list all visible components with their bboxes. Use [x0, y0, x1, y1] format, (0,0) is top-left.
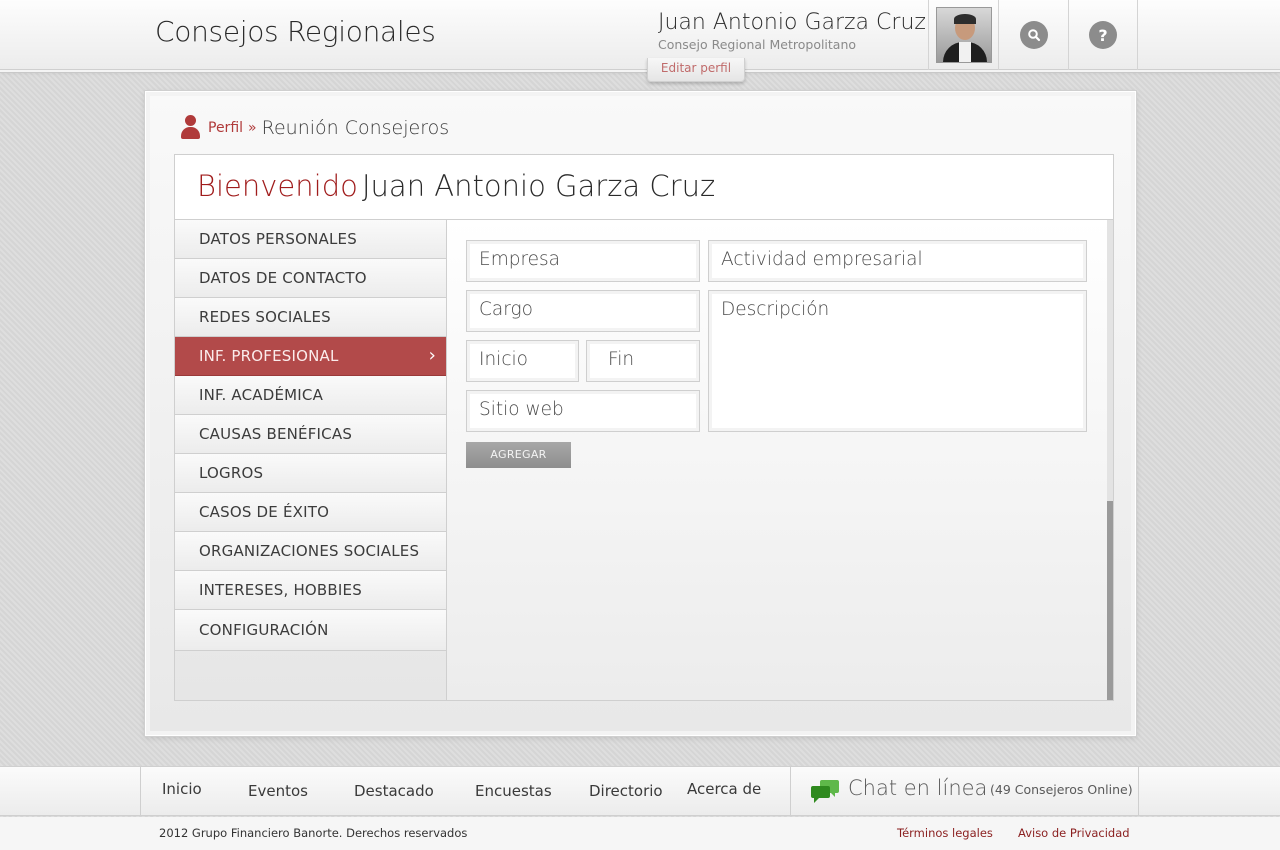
menu-item-configuracion[interactable]: CONFIGURACIÓN	[175, 610, 446, 651]
welcome-bar: Bienvenido Juan Antonio Garza Cruz	[175, 155, 1113, 220]
actividad-empresarial-field[interactable]: Actividad empresarial	[708, 240, 1087, 282]
search-button[interactable]	[998, 0, 1068, 70]
app-title[interactable]: Consejos Regionales	[155, 15, 436, 48]
help-button[interactable]: ?	[1068, 0, 1138, 70]
footer-link-encuestas[interactable]: Encuestas	[475, 782, 552, 800]
footer-link-directorio[interactable]: Directorio	[589, 782, 663, 800]
header-strip	[0, 70, 1280, 73]
footer-link-destacado[interactable]: Destacado	[354, 782, 434, 800]
avatar-cell[interactable]	[928, 0, 998, 70]
menu-item-logros[interactable]: LOGROS	[175, 454, 446, 493]
breadcrumb: Perfil » Reunión Consejeros	[180, 114, 449, 142]
menu-item-inf-academica[interactable]: INF. ACADÉMICA	[175, 376, 446, 415]
scrollbar-thumb[interactable]	[1107, 501, 1113, 700]
descripcion-field[interactable]: Descripción	[708, 290, 1087, 432]
menu-item-datos-contacto[interactable]: DATOS DE CONTACTO	[175, 259, 446, 298]
breadcrumb-current: Reunión Consejeros	[261, 117, 450, 139]
menu-item-datos-personales[interactable]: DATOS PERSONALES	[175, 220, 446, 259]
footer-link-inicio[interactable]: Inicio	[162, 780, 202, 798]
person-icon	[180, 115, 200, 141]
footer-divider	[140, 766, 141, 816]
menu-item-causas-beneficas[interactable]: CAUSAS BENÉFICAS	[175, 415, 446, 454]
privacy-notice-link[interactable]: Aviso de Privacidad	[1018, 826, 1130, 840]
search-icon[interactable]	[1019, 21, 1048, 49]
user-council: Consejo Regional Metropolitano	[658, 37, 857, 52]
user-name[interactable]: Juan Antonio Garza Cruz	[658, 10, 926, 35]
avatar[interactable]	[935, 7, 992, 63]
chevron-right-icon: ›	[428, 345, 436, 366]
footer-link-acerca-de[interactable]: Acerca de	[687, 780, 761, 798]
legal-terms-link[interactable]: Términos legales	[897, 826, 993, 840]
welcome-word: Bienvenido	[197, 169, 358, 203]
empresa-field[interactable]: Empresa	[466, 240, 700, 282]
menu-item-organizaciones-sociales[interactable]: ORGANIZACIONES SOCIALES	[175, 532, 446, 571]
sitio-web-field[interactable]: Sitio web	[466, 390, 700, 432]
footer-link-eventos[interactable]: Eventos	[248, 782, 308, 800]
profile-side-menu: DATOS PERSONALES DATOS DE CONTACTO REDES…	[175, 220, 447, 700]
footer-divider	[1138, 766, 1139, 816]
menu-item-label: INF. PROFESIONAL	[199, 347, 339, 365]
menu-item-casos-exito[interactable]: CASOS DE ÉXITO	[175, 493, 446, 532]
copyright-text: 2012 Grupo Financiero Banorte. Derechos …	[159, 826, 468, 840]
chat-online-count: (49 Consejeros Online)	[990, 782, 1133, 797]
add-button[interactable]: AGREGAR	[466, 442, 571, 468]
cargo-field[interactable]: Cargo	[466, 290, 700, 332]
menu-item-redes-sociales[interactable]: REDES SOCIALES	[175, 298, 446, 337]
edit-profile-button[interactable]: Editar perfil	[647, 58, 745, 82]
chat-icon[interactable]	[810, 778, 840, 804]
help-icon[interactable]: ?	[1089, 21, 1117, 49]
chat-label[interactable]: Chat en línea	[848, 776, 987, 800]
breadcrumb-separator: »	[248, 120, 257, 136]
menu-item-inf-profesional[interactable]: INF. PROFESIONAL ›	[175, 337, 446, 376]
menu-item-intereses-hobbies[interactable]: INTERESES, HOBBIES	[175, 571, 446, 610]
fin-field[interactable]: Fin	[586, 340, 700, 382]
welcome-name: Juan Antonio Garza Cruz	[362, 169, 716, 203]
breadcrumb-profile-link[interactable]: Perfil	[208, 120, 243, 136]
footer-divider	[790, 766, 791, 816]
inicio-field[interactable]: Inicio	[466, 340, 579, 382]
